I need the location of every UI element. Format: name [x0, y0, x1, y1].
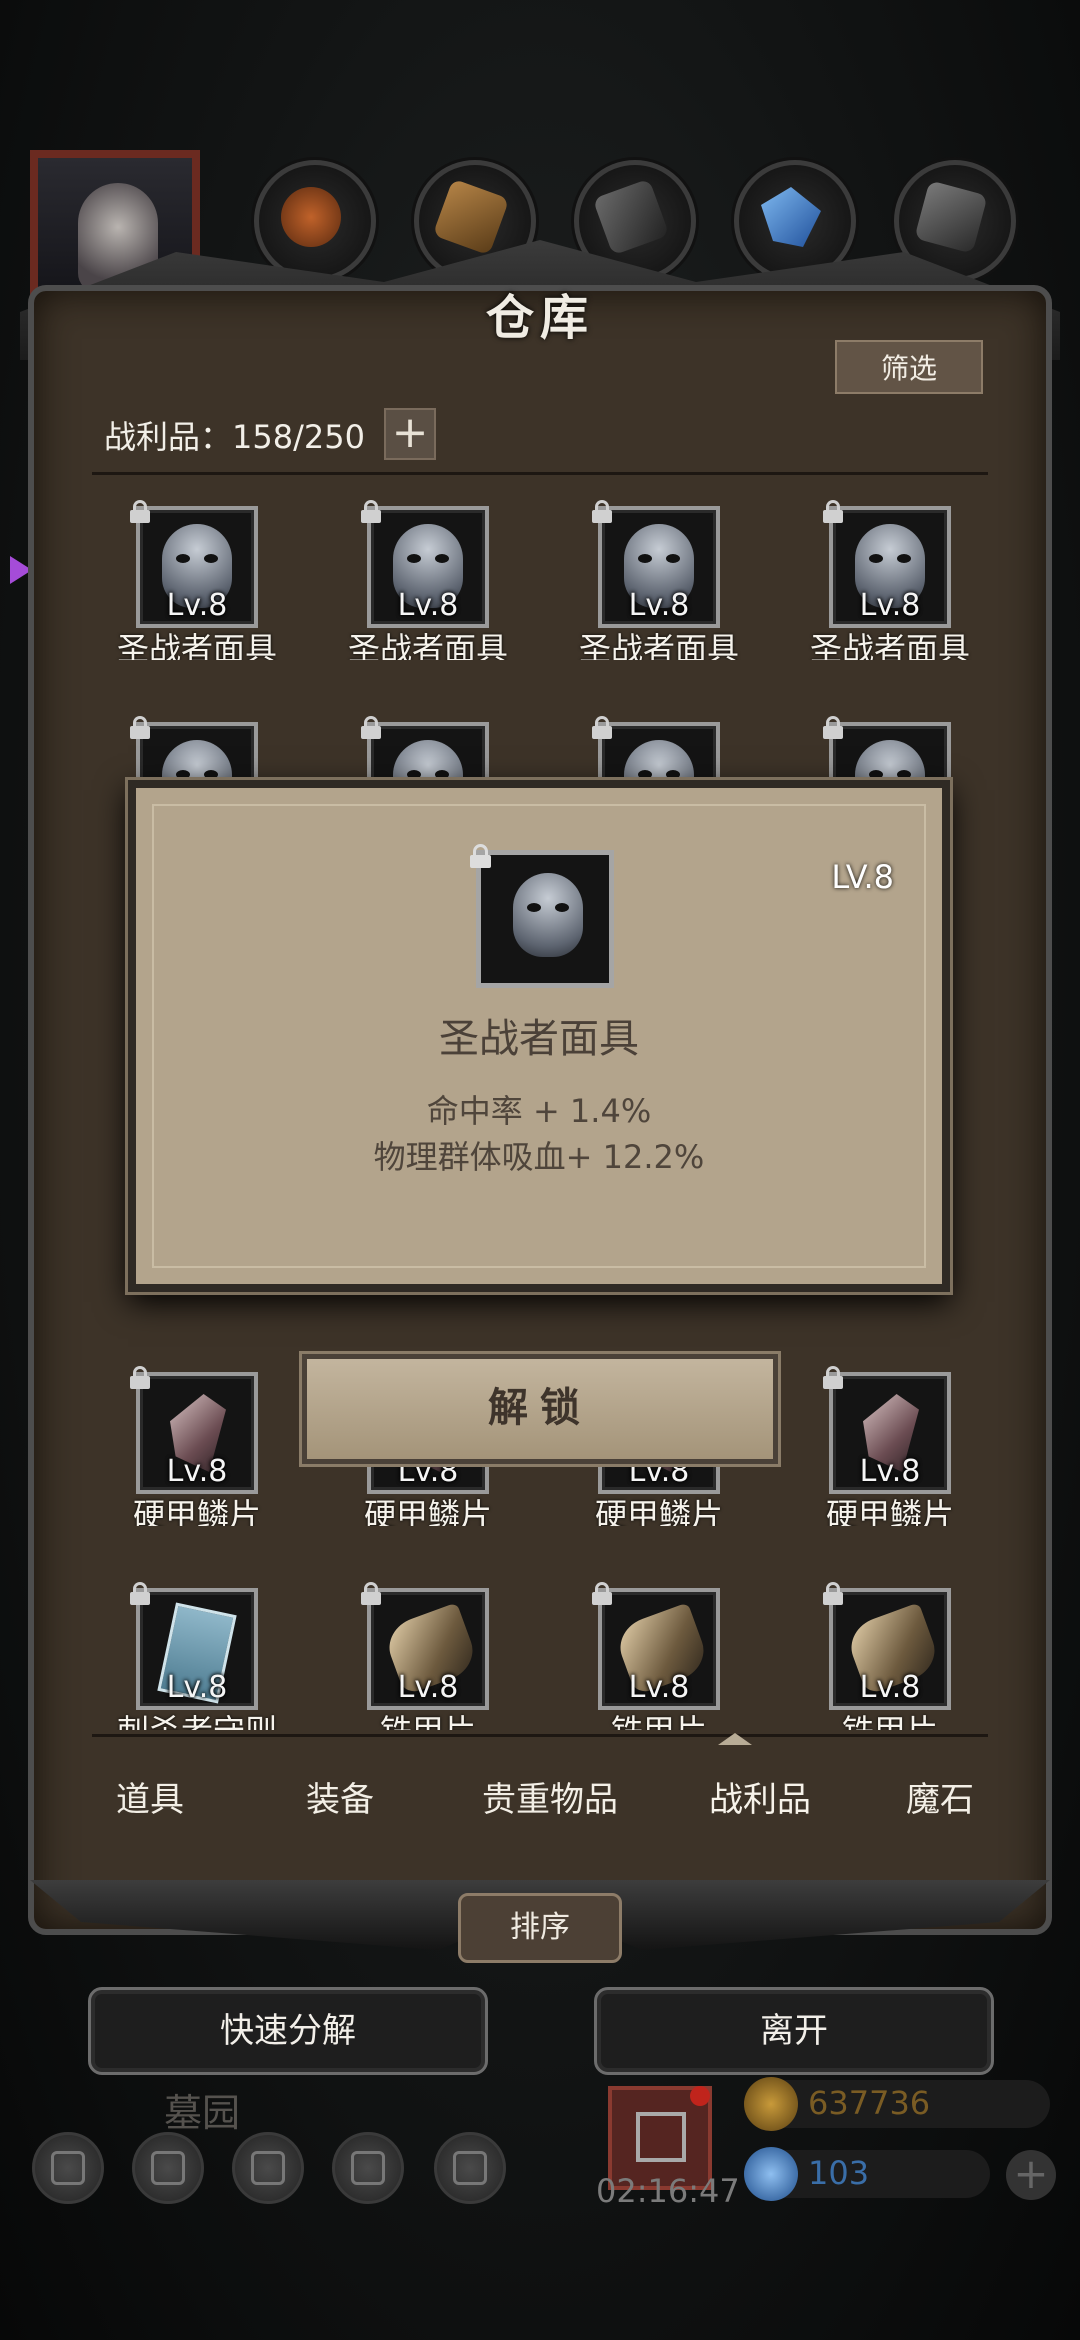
item-name: 刺杀者守则: [100, 1706, 294, 1730]
item-name: 硬甲鳞片: [132, 1496, 261, 1526]
item-name: 硬甲鳞片: [825, 1496, 954, 1526]
divider: [92, 1734, 988, 1737]
lock-icon: [130, 1366, 150, 1389]
item-name: 硬甲鳞片: [594, 1496, 723, 1526]
skill-icon: [151, 2151, 185, 2185]
item-name: 铁甲片: [331, 1706, 525, 1730]
tab-equipment[interactable]: 装备: [250, 1740, 430, 1860]
item-name: 铁甲片: [562, 1706, 756, 1730]
item-level: Lv.8: [397, 588, 459, 623]
item-level: Lv.8: [166, 1670, 228, 1705]
item-level: Lv.8: [859, 588, 921, 623]
lock-icon: [130, 500, 150, 523]
hud-skills-button[interactable]: [132, 2132, 204, 2204]
lock-icon: [823, 1366, 843, 1389]
add-gems-button[interactable]: +: [1006, 2150, 1056, 2200]
inventory-item[interactable]: Lv.8 圣战者面具: [562, 500, 742, 660]
tab-loot[interactable]: 战利品: [670, 1740, 850, 1860]
hud-settings-button[interactable]: [32, 2132, 104, 2204]
helmet-icon: [281, 187, 341, 247]
lock-icon: [592, 500, 612, 523]
sort-button[interactable]: 排序: [458, 1893, 622, 1963]
popup-attribute: 命中率 + 1.4%: [426, 1092, 652, 1130]
item-level: Lv.8: [166, 588, 228, 623]
item-name: 圣战者面具: [116, 630, 277, 660]
gem-icon: [744, 2147, 798, 2201]
leave-button[interactable]: 离开: [594, 1987, 994, 2075]
inventory-item[interactable]: Lv.8铁甲片: [331, 1582, 511, 1738]
area-name: 墓园: [164, 2091, 241, 2135]
item-level: Lv.8: [628, 588, 690, 623]
item-name: 圣战者面具: [809, 630, 970, 660]
tab-bar: 道具 装备 贵重物品 战利品 魔石: [60, 1740, 1020, 1860]
mask-icon: [513, 873, 583, 957]
item-level: Lv.8: [859, 1670, 921, 1705]
gold-icon: [744, 2077, 798, 2131]
tab-items[interactable]: 道具: [60, 1740, 240, 1860]
inventory-item[interactable]: Lv.8 圣战者面具: [331, 500, 511, 660]
banner-icon: [251, 2151, 285, 2185]
lock-icon: [361, 716, 381, 739]
crystal-icon: [761, 187, 821, 247]
unlock-button[interactable]: 解锁: [302, 1354, 778, 1464]
inventory-item[interactable]: Lv.8 硬甲鳞片: [100, 1366, 280, 1526]
item-name: 圣战者面具: [578, 630, 739, 660]
item-name: 铁甲片: [793, 1706, 987, 1730]
popup-item-name: 圣战者面具: [439, 1016, 639, 1062]
tab-magic-stone[interactable]: 魔石: [860, 1740, 1020, 1860]
item-level: Lv.8: [859, 1454, 921, 1489]
divider: [92, 472, 988, 475]
chest-timer: 02:16:47: [596, 2172, 740, 2210]
mail-icon: [351, 2151, 385, 2185]
inventory-item[interactable]: Lv.8铁甲片: [562, 1582, 742, 1738]
filter-button[interactable]: 筛选: [835, 340, 983, 394]
lock-icon: [130, 716, 150, 739]
inventory-item[interactable]: Lv.8 圣战者面具: [793, 500, 973, 660]
tab-valuables[interactable]: 贵重物品: [440, 1740, 660, 1860]
item-name: 圣战者面具: [347, 630, 508, 660]
popup-attribute: 物理群体吸血+ 12.2%: [373, 1138, 705, 1176]
lock-icon: [823, 500, 843, 523]
item-level: Lv.8: [166, 1454, 228, 1489]
inventory-item[interactable]: Lv.8刺杀者守则: [100, 1582, 280, 1738]
lock-icon: [470, 844, 492, 868]
lock-icon: [823, 1582, 843, 1605]
map-icon: [453, 2151, 487, 2185]
ore-icon: [914, 180, 988, 254]
gold-amount: 637736: [808, 2084, 931, 2122]
item-level: Lv.8: [628, 1670, 690, 1705]
gem-amount: 103: [808, 2154, 870, 2192]
hud-mail-button[interactable]: [332, 2132, 404, 2204]
gear-icon: [51, 2151, 85, 2185]
inventory-item[interactable]: Lv.8 硬甲鳞片: [793, 1366, 973, 1526]
expand-capacity-button[interactable]: +: [384, 408, 436, 460]
hud-guild-button[interactable]: [232, 2132, 304, 2204]
item-level: Lv.8: [397, 1670, 459, 1705]
lock-icon: [823, 716, 843, 739]
notification-dot: [690, 2086, 710, 2106]
lock-icon: [361, 1582, 381, 1605]
lock-icon: [592, 716, 612, 739]
inventory-item[interactable]: Lv.8铁甲片: [793, 1582, 973, 1738]
lock-icon: [592, 1582, 612, 1605]
category-helmet-button[interactable]: [254, 160, 376, 282]
page-title: 仓库: [485, 290, 594, 346]
wood-icon: [432, 178, 510, 256]
item-name: 硬甲鳞片: [363, 1496, 492, 1526]
popup-item-slot: [476, 850, 614, 988]
quick-disassemble-button[interactable]: 快速分解: [88, 1987, 488, 2075]
lock-icon: [130, 1582, 150, 1605]
armor-icon: [592, 178, 670, 256]
item-detail-popup: LV.8 圣战者面具 命中率 + 1.4% 物理群体吸血+ 12.2%: [128, 780, 950, 1292]
hud-map-button[interactable]: [434, 2132, 506, 2204]
lock-icon: [361, 500, 381, 523]
inventory-count: 战利品：158/250: [104, 418, 365, 456]
popup-item-level: LV.8: [831, 858, 894, 896]
inventory-item[interactable]: Lv.8 圣战者面具: [100, 500, 280, 660]
